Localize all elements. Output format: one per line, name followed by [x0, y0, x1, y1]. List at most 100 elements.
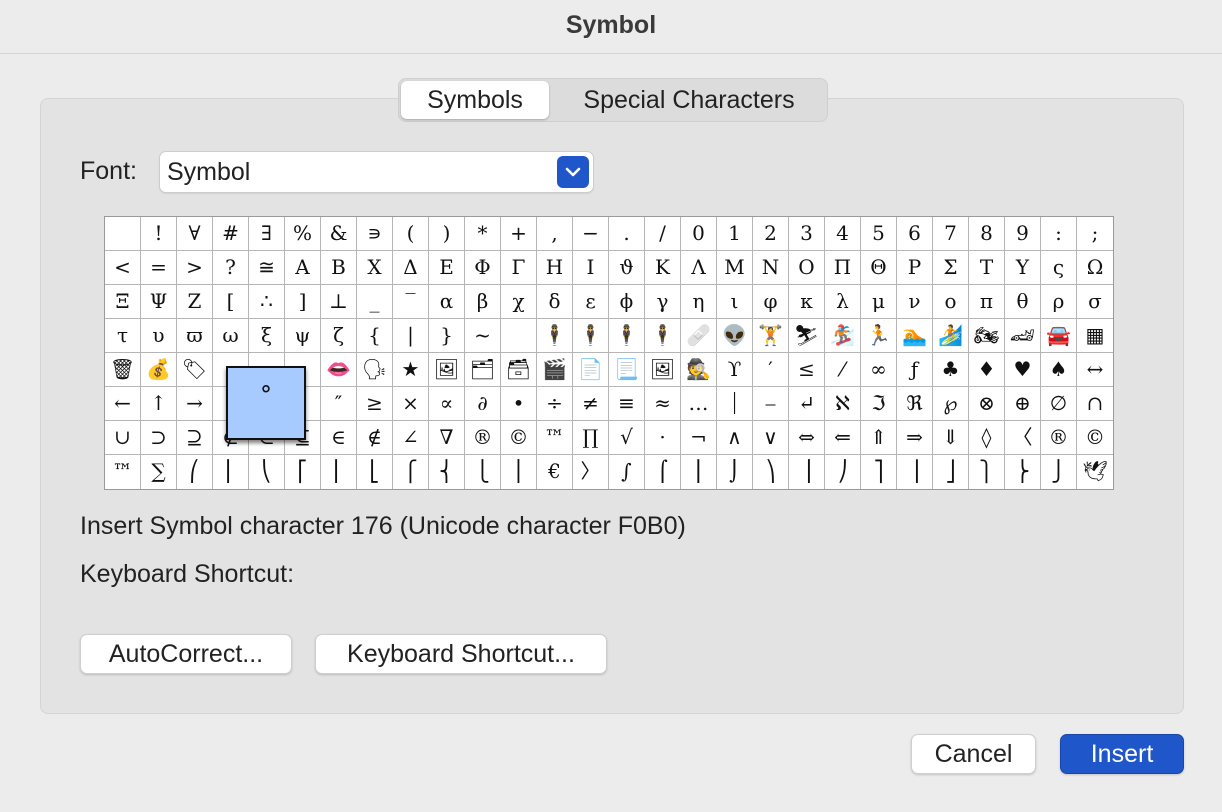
symbol-cell[interactable]: 〈	[1005, 421, 1041, 455]
symbol-cell[interactable]: ι	[717, 285, 753, 319]
symbol-cell[interactable]: ⇑	[861, 421, 897, 455]
symbol-cell[interactable]: _	[357, 285, 393, 319]
symbol-cell[interactable]: ∉	[357, 421, 393, 455]
symbol-cell[interactable]: 🏍	[969, 319, 1005, 353]
symbol-cell[interactable]: 2	[753, 217, 789, 251]
symbol-cell[interactable]: ⎛	[177, 455, 213, 489]
symbol-cell[interactable]: (	[393, 217, 429, 251]
symbol-cell[interactable]: Γ	[501, 251, 537, 285]
symbol-cell[interactable]: ←	[105, 387, 141, 421]
symbol-cell[interactable]: ⇓	[933, 421, 969, 455]
symbol-cell[interactable]: ≠	[573, 387, 609, 421]
symbol-cell[interactable]: 🕴	[573, 319, 609, 353]
symbol-cell[interactable]: ξ	[249, 319, 285, 353]
symbol-cell[interactable]: ⎡	[285, 455, 321, 489]
symbol-cell[interactable]: ⌡	[717, 455, 753, 489]
symbol-cell[interactable]: ⎞	[753, 455, 789, 489]
symbol-cell[interactable]: ⎜	[213, 455, 249, 489]
insert-button[interactable]: Insert	[1060, 734, 1184, 774]
symbol-cell[interactable]: Φ	[465, 251, 501, 285]
symbol-cell[interactable]: 🕴	[537, 319, 573, 353]
symbol-cell[interactable]: ℘	[933, 387, 969, 421]
symbol-cell[interactable]: →	[177, 387, 213, 421]
symbol-cell[interactable]: 1	[717, 217, 753, 251]
symbol-cell[interactable]: Λ	[681, 251, 717, 285]
symbol-cell[interactable]: η	[681, 285, 717, 319]
symbol-cell[interactable]: Κ	[645, 251, 681, 285]
font-select[interactable]: Symbol	[159, 151, 594, 193]
symbol-cell[interactable]: ™	[105, 455, 141, 489]
symbol-cell[interactable]: 🗂	[465, 353, 501, 387]
symbol-cell[interactable]: !	[141, 217, 177, 251]
symbol-cell[interactable]: Σ	[933, 251, 969, 285]
symbol-cell[interactable]	[105, 217, 141, 251]
symbol-cell[interactable]: 🕵	[681, 353, 717, 387]
symbol-cell[interactable]: 🏊	[897, 319, 933, 353]
symbol-cell[interactable]: σ	[1077, 285, 1113, 319]
symbol-cell[interactable]: ∫	[609, 455, 645, 489]
symbol-cell[interactable]: ®	[465, 421, 501, 455]
symbol-cell[interactable]: &	[321, 217, 357, 251]
symbol-cell[interactable]: Ι	[573, 251, 609, 285]
symbol-cell[interactable]: Α	[285, 251, 321, 285]
symbol-cell[interactable]: €	[537, 455, 573, 489]
symbol-cell[interactable]: :	[1041, 217, 1077, 251]
symbol-cell[interactable]: Ξ	[105, 285, 141, 319]
symbol-cell[interactable]: Χ	[357, 251, 393, 285]
symbol-cell[interactable]: ο	[933, 285, 969, 319]
symbol-cell[interactable]: ⎩	[465, 455, 501, 489]
symbol-cell[interactable]: φ	[753, 285, 789, 319]
symbol-cell[interactable]: ∑	[141, 455, 177, 489]
symbol-cell[interactable]: ∨	[753, 421, 789, 455]
symbol-cell[interactable]: ¬	[681, 421, 717, 455]
symbol-cell[interactable]: }	[429, 319, 465, 353]
symbol-cell[interactable]	[501, 319, 537, 353]
symbol-cell[interactable]: 🗑	[105, 353, 141, 387]
symbol-cell[interactable]: Ε	[429, 251, 465, 285]
symbol-cell[interactable]: Ν	[753, 251, 789, 285]
symbol-cell[interactable]: Μ	[717, 251, 753, 285]
symbol-cell[interactable]: 3	[789, 217, 825, 251]
symbol-cell[interactable]: 👄	[321, 353, 357, 387]
symbol-cell[interactable]: ♥	[1005, 353, 1041, 387]
symbol-cell[interactable]: ⎨	[429, 455, 465, 489]
symbol-cell[interactable]: ∠	[393, 421, 429, 455]
symbol-cell[interactable]: ∅	[1041, 387, 1077, 421]
symbol-cell[interactable]: ⇔	[789, 421, 825, 455]
symbol-cell[interactable]: +	[501, 217, 537, 251]
symbol-cell[interactable]: ≈	[645, 387, 681, 421]
symbol-cell[interactable]: ≤	[789, 353, 825, 387]
symbol-cell[interactable]: Δ	[393, 251, 429, 285]
symbol-cell[interactable]: .	[609, 217, 645, 251]
symbol-cell[interactable]: λ	[825, 285, 861, 319]
symbol-cell[interactable]: ℵ	[825, 387, 861, 421]
symbol-cell[interactable]: ″	[321, 387, 357, 421]
symbol-cell[interactable]: ƒ	[897, 353, 933, 387]
symbol-cell[interactable]: Η	[537, 251, 573, 285]
symbol-cell[interactable]: ∴	[249, 285, 285, 319]
symbol-cell[interactable]: ⁄	[825, 353, 861, 387]
symbol-cell[interactable]: ∩	[1077, 387, 1113, 421]
symbol-cell[interactable]: ⎧	[393, 455, 429, 489]
symbol-cell[interactable]: ⎝	[249, 455, 285, 489]
symbol-cell[interactable]: ∃	[249, 217, 285, 251]
symbol-cell[interactable]: ≅	[249, 251, 285, 285]
symbol-cell[interactable]: ⎮	[681, 455, 717, 489]
symbol-cell[interactable]: |	[393, 319, 429, 353]
symbol-cell[interactable]: •	[501, 387, 537, 421]
symbol-cell[interactable]: μ	[861, 285, 897, 319]
symbol-cell[interactable]: Ω	[1077, 251, 1113, 285]
symbol-cell[interactable]: β	[465, 285, 501, 319]
symbol-cell[interactable]: 🏎	[1005, 319, 1041, 353]
symbol-cell[interactable]: ⎬	[1005, 455, 1041, 489]
symbol-cell[interactable]: /	[645, 217, 681, 251]
symbol-cell[interactable]: ≡	[609, 387, 645, 421]
symbol-cell[interactable]: ×	[393, 387, 429, 421]
symbol-cell[interactable]: ⎣	[357, 455, 393, 489]
symbol-cell[interactable]: 🎬	[537, 353, 573, 387]
symbol-cell[interactable]: >	[177, 251, 213, 285]
symbol-cell[interactable]: 🖼	[429, 353, 465, 387]
symbol-cell[interactable]: ∏	[573, 421, 609, 455]
symbol-cell[interactable]: Ρ	[897, 251, 933, 285]
symbol-cell[interactable]: 🏷	[177, 353, 213, 387]
